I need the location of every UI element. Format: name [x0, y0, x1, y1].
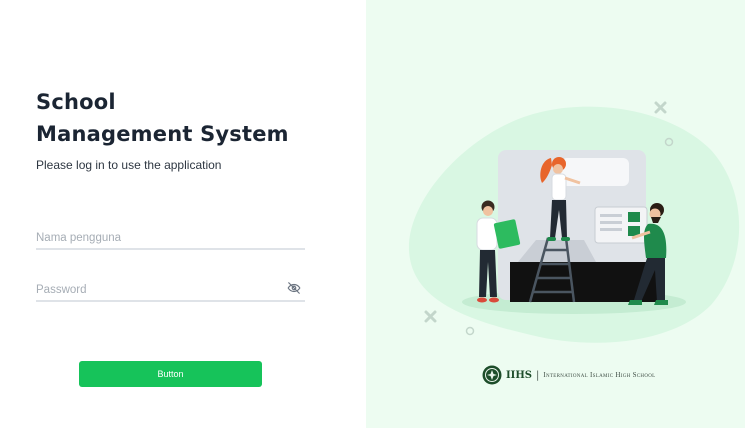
login-panel: School Management System Please log in t… [0, 0, 366, 428]
username-field [36, 228, 305, 250]
school-abbreviation: IIHS [506, 369, 533, 381]
chart-block [628, 212, 640, 222]
school-emblem-icon [482, 365, 502, 385]
school-logo: IIHS | International Islamic High School [482, 364, 656, 386]
password-field [36, 280, 305, 302]
password-input[interactable] [36, 280, 305, 300]
username-input[interactable] [36, 228, 305, 248]
illustration-panel: IIHS | International Islamic High School [366, 0, 745, 428]
chart-line [600, 214, 622, 217]
page-subtitle: Please log in to use the application [36, 158, 222, 172]
circle-decoration [465, 326, 475, 336]
page-title: School Management System [36, 86, 289, 150]
board-card [561, 158, 629, 186]
logo-divider: | [536, 369, 540, 381]
login-button[interactable]: Button [79, 361, 262, 387]
eye-off-icon[interactable] [287, 281, 301, 295]
chart-line [600, 221, 622, 224]
title-line-2: Management System [36, 122, 289, 146]
title-line-1: School [36, 90, 116, 114]
chart-line [600, 228, 622, 231]
school-name: International Islamic High School [543, 371, 656, 379]
